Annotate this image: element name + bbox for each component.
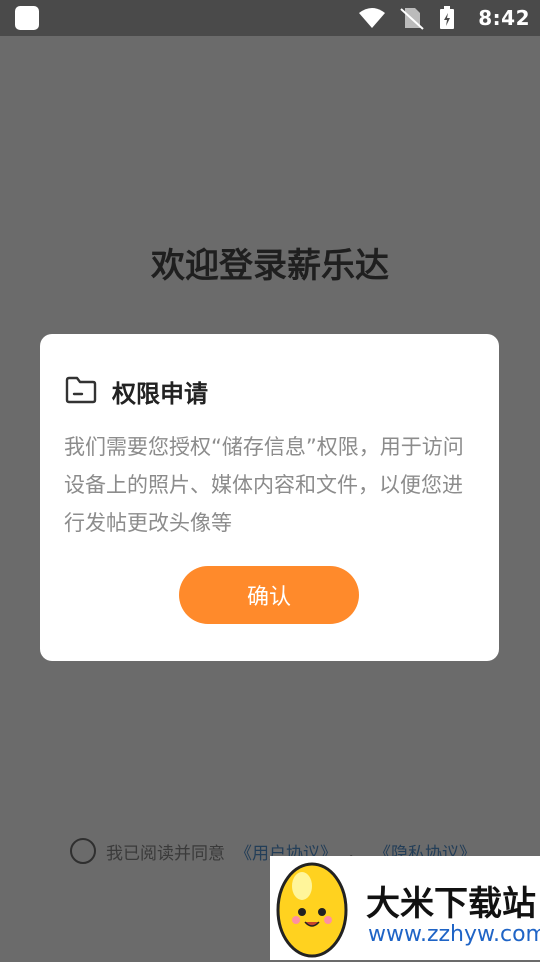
app-notification-icon bbox=[15, 6, 39, 30]
watermark-url: www.zzhyw.com bbox=[368, 922, 540, 947]
permission-dialog: 权限申请 我们需要您授权“储存信息”权限，用于访问设备上的照片、媒体内容和文件，… bbox=[40, 334, 499, 661]
no-sim-icon bbox=[398, 6, 426, 30]
wifi-icon bbox=[358, 6, 386, 30]
status-time: 8:42 bbox=[478, 6, 530, 30]
rice-logo-icon bbox=[274, 858, 352, 958]
agreement-text: 我已阅读并同意 bbox=[106, 843, 225, 864]
confirm-button[interactable]: 确认 bbox=[179, 566, 359, 624]
welcome-title: 欢迎登录薪乐达 bbox=[151, 246, 389, 286]
watermark-title: 大米下载站 bbox=[366, 884, 536, 924]
dialog-title: 权限申请 bbox=[112, 380, 208, 408]
watermark: 大米下载站 www.zzhyw.com bbox=[270, 856, 540, 960]
dialog-message: 我们需要您授权“储存信息”权限，用于访问设备上的照片、媒体内容和文件，以便您进行… bbox=[64, 435, 464, 535]
battery-charging-icon bbox=[438, 6, 466, 30]
folder-icon bbox=[64, 375, 98, 409]
agree-radio[interactable] bbox=[70, 838, 96, 864]
status-indicators: 8:42 bbox=[358, 0, 530, 36]
dialog-header: 权限申请 bbox=[64, 374, 208, 409]
status-bar: 8:42 bbox=[0, 0, 540, 36]
